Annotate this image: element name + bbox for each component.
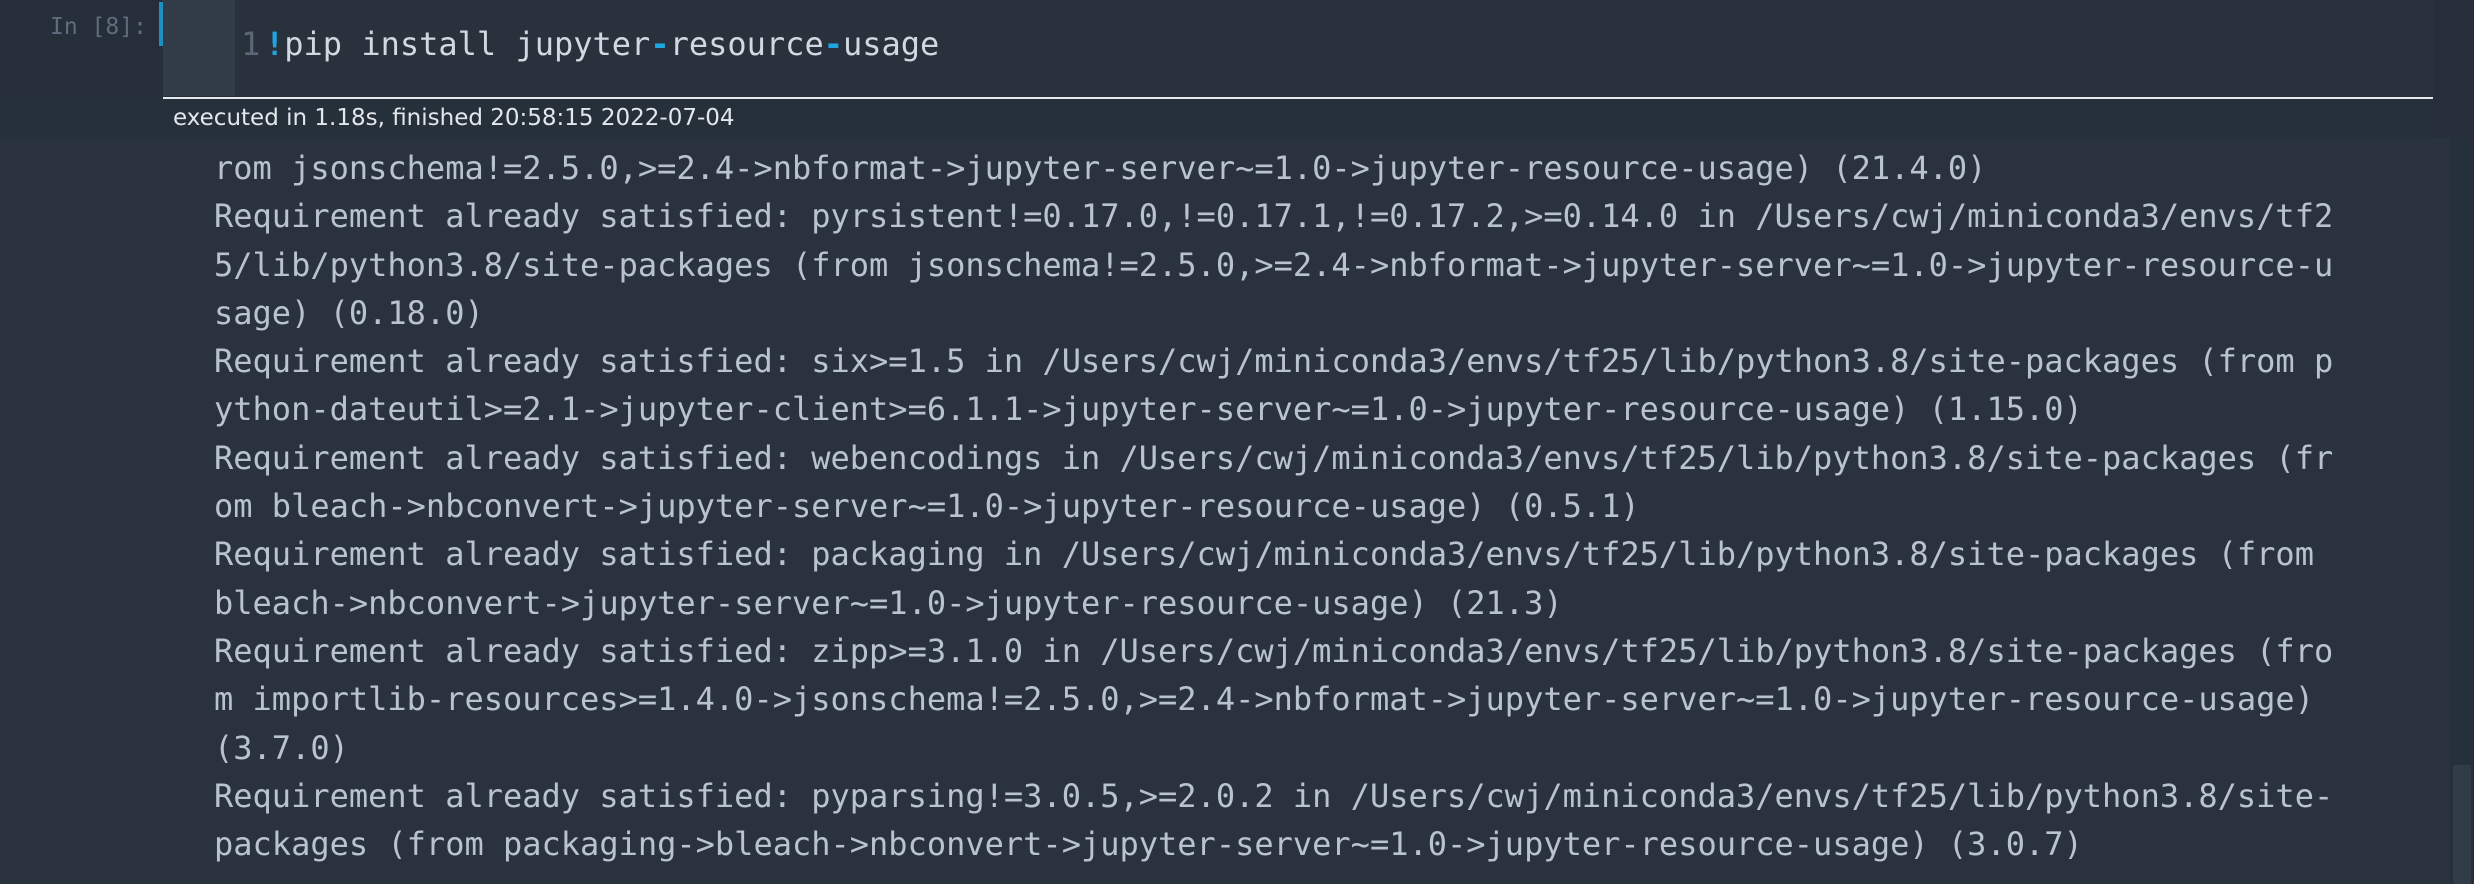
- output-line: packages (from packaging->bleach->nbconv…: [214, 825, 2083, 864]
- line-number: 1: [241, 25, 261, 63]
- code-cell-editor[interactable]: 1 !pip install jupyter-resource-usage: [163, 0, 2433, 96]
- code-operator: -: [650, 25, 670, 63]
- code-token: usage: [842, 25, 940, 63]
- code-token: resource: [669, 25, 824, 63]
- scrollbar-thumb[interactable]: [2453, 765, 2471, 884]
- output-line: sage) (0.18.0): [214, 293, 484, 332]
- output-line: rom jsonschema!=2.5.0,>=2.4->nbformat->j…: [214, 149, 1987, 187]
- output-line: Requirement already satisfied: pyrsisten…: [214, 197, 2334, 236]
- code-token: pip install jupyter: [284, 25, 651, 63]
- code-line[interactable]: !pip install jupyter-resource-usage: [265, 25, 939, 63]
- output-line: m importlib-resources>=1.4.0->jsonschema…: [214, 680, 2314, 719]
- output-line: (3.7.0): [214, 728, 349, 767]
- output-line: 5/lib/python3.8/site-packages (from json…: [214, 245, 2334, 284]
- execution-info-bar: executed in 1.18s, finished 20:58:15 202…: [163, 97, 2433, 139]
- editor-gutter: [163, 0, 235, 96]
- input-prompt-label: In [8]:: [50, 14, 147, 40]
- output-line: ython-dateutil>=2.1->jupyter-client>=6.1…: [214, 390, 2083, 429]
- output-line: Requirement already satisfied: packaging…: [214, 535, 2314, 574]
- shell-bang: !: [265, 25, 285, 63]
- output-line: Requirement already satisfied: six>=1.5 …: [214, 342, 2334, 381]
- right-margin: [2433, 0, 2474, 137]
- execution-time-text: executed in 1.18s, finished 20:58:15 202…: [173, 105, 735, 131]
- code-operator: -: [823, 25, 843, 63]
- output-line: Requirement already satisfied: webencodi…: [214, 438, 2334, 477]
- output-line: bleach->nbconvert->jupyter-server~=1.0->…: [214, 583, 1563, 622]
- output-line: Requirement already satisfied: pyparsing…: [214, 776, 2334, 815]
- output-text-block: rom jsonschema!=2.5.0,>=2.4->nbformat->j…: [214, 144, 2334, 868]
- output-line: Requirement already satisfied: zipp>=3.1…: [214, 631, 2334, 670]
- input-prompt-area: In [8]:: [0, 0, 160, 96]
- output-line: om bleach->nbconvert->jupyter-server~=1.…: [214, 487, 1640, 526]
- cell-output-area[interactable]: rom jsonschema!=2.5.0,>=2.4->nbformat->j…: [0, 139, 2474, 884]
